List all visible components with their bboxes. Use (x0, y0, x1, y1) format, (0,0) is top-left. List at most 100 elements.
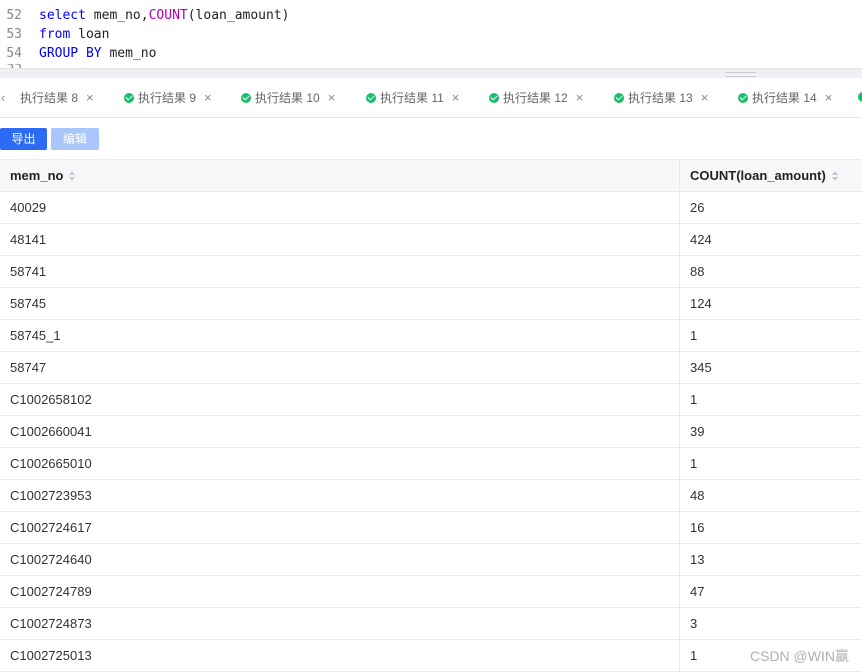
sort-icon[interactable] (831, 171, 839, 182)
cell-mem-no[interactable]: 40029 (10, 192, 46, 223)
code-token: mem_no (101, 46, 157, 61)
tab-result-14[interactable]: 执行结果 14 × (738, 78, 832, 117)
table-row[interactable]: C1002660041 39 (0, 416, 862, 448)
column-divider (679, 416, 680, 447)
column-header-count[interactable]: COUNT(loan_amount) (690, 160, 839, 191)
scroll-left-icon[interactable]: ‹ (1, 90, 5, 105)
table-row[interactable]: 58741 88 (0, 256, 862, 288)
code-line[interactable]: 52 select mem_no,COUNT(loan_amount) (0, 6, 289, 25)
cell-count[interactable]: 16 (690, 512, 704, 543)
cell-mem-no[interactable]: C1002723953 (10, 480, 92, 511)
cell-count[interactable]: 3 (690, 608, 697, 639)
code-token: mem_no, (85, 8, 149, 23)
close-icon[interactable]: × (452, 90, 460, 105)
cell-mem-no[interactable]: C1002724617 (10, 512, 92, 543)
cell-mem-no[interactable]: C1002724640 (10, 544, 92, 575)
cell-mem-no[interactable]: C1002725013 (10, 640, 92, 671)
cell-count[interactable]: 39 (690, 416, 704, 447)
line-number: 53 (6, 27, 22, 42)
column-divider (679, 448, 680, 479)
table-row[interactable]: C1002723953 48 (0, 480, 862, 512)
tab-label: 执行结果 13 (628, 91, 693, 105)
cell-mem-no[interactable]: C1002660041 (10, 416, 92, 447)
cell-count[interactable]: 1 (690, 384, 697, 415)
column-divider (679, 608, 680, 639)
sql-editor[interactable]: 52 select mem_no,COUNT(loan_amount) 53 from… (0, 0, 862, 68)
table-row[interactable]: C1002724640 13 (0, 544, 862, 576)
tab-label: 执行结果 14 (752, 91, 817, 105)
table-row[interactable]: C1002658102 1 (0, 384, 862, 416)
line-number: 52 (6, 8, 22, 23)
cell-count[interactable]: 424 (690, 224, 712, 255)
close-icon[interactable]: × (825, 90, 833, 105)
cell-mem-no[interactable]: 58747 (10, 352, 46, 383)
table-row[interactable]: 58745_1 1 (0, 320, 862, 352)
cell-mem-no[interactable]: 58745_1 (10, 320, 61, 351)
success-check-icon (241, 93, 251, 103)
tab-result-9[interactable]: 执行结果 9 × (124, 78, 212, 117)
cell-mem-no[interactable]: C1002665010 (10, 448, 92, 479)
cell-mem-no[interactable]: C1002724789 (10, 576, 92, 607)
tab-result-12[interactable]: 执行结果 12 × (489, 78, 583, 117)
code-token: (loan_amount) (187, 8, 290, 23)
result-tabs: ‹ 执行结果 8 × 执行结果 9 × 执行结果 10 × 执行结果 11 × 执行结果 12 ×… (0, 78, 862, 118)
success-check-icon (489, 93, 499, 103)
cell-count[interactable]: 1 (690, 640, 697, 671)
table-row[interactable]: C1002724789 47 (0, 576, 862, 608)
success-check-icon (738, 93, 748, 103)
cell-count[interactable]: 26 (690, 192, 704, 223)
tab-result-13[interactable]: 执行结果 13 × (614, 78, 708, 117)
edit-button[interactable]: 编辑 (51, 128, 99, 150)
tab-label: 执行结果 8 (20, 91, 79, 105)
pane-splitter[interactable] (0, 68, 862, 78)
sort-icon[interactable] (69, 171, 76, 182)
column-divider[interactable] (679, 160, 680, 191)
cell-count[interactable]: 48 (690, 480, 704, 511)
cell-count[interactable]: 88 (690, 256, 704, 287)
tab-result-11[interactable]: 执行结果 11 × (366, 78, 459, 117)
cell-count[interactable]: 124 (690, 288, 712, 319)
cell-mem-no[interactable]: 48141 (10, 224, 46, 255)
table-row[interactable]: C1002724873 3 (0, 608, 862, 640)
cell-mem-no[interactable]: C1002658102 (10, 384, 92, 415)
tab-result-10[interactable]: 执行结果 10 × (241, 78, 335, 117)
code-line[interactable]: 54 GROUP BY mem_no (0, 44, 156, 63)
column-header-mem-no[interactable]: mem_no (10, 160, 76, 191)
export-button[interactable]: 导出 (0, 128, 47, 150)
cell-count[interactable]: 1 (690, 320, 697, 351)
close-icon[interactable]: × (204, 90, 212, 105)
cell-count[interactable]: 345 (690, 352, 712, 383)
splitter-grip-icon[interactable] (726, 72, 756, 77)
code-line[interactable]: 53 from loan (0, 25, 109, 44)
column-label: COUNT(loan_amount) (690, 168, 826, 183)
table-row[interactable]: C1002665010 1 (0, 448, 862, 480)
table-row[interactable]: 48141 424 (0, 224, 862, 256)
cell-mem-no[interactable]: 58741 (10, 256, 46, 287)
column-divider (679, 544, 680, 575)
cell-mem-no[interactable]: 58745 (10, 288, 46, 319)
close-icon[interactable]: × (328, 90, 336, 105)
table-row[interactable]: 58745 124 (0, 288, 862, 320)
cell-count[interactable]: 1 (690, 448, 697, 479)
cell-count[interactable]: 47 (690, 576, 704, 607)
tab-label: 执行结果 9 (138, 91, 197, 105)
close-icon[interactable]: × (576, 90, 584, 105)
close-icon[interactable]: × (701, 90, 709, 105)
code-token: GROUP BY (39, 46, 102, 61)
tab-result-8[interactable]: 执行结果 8 × (20, 78, 94, 117)
code-token: select (39, 8, 86, 23)
table-row[interactable]: C1002725013 1 (0, 640, 862, 672)
table-row[interactable]: C1002724617 16 (0, 512, 862, 544)
tab-label: 执行结果 10 (255, 91, 320, 105)
column-divider (679, 384, 680, 415)
success-check-icon (614, 93, 624, 103)
close-icon[interactable]: × (86, 90, 94, 105)
cell-mem-no[interactable]: C1002724873 (10, 608, 92, 639)
cell-count[interactable]: 13 (690, 544, 704, 575)
tab-label: 执行结果 12 (503, 91, 568, 105)
table-row[interactable]: 40029 26 (0, 192, 862, 224)
column-divider (679, 320, 680, 351)
column-divider (679, 512, 680, 543)
table-row[interactable]: 58747 345 (0, 352, 862, 384)
table-header: mem_no COUNT(loan_amount) (0, 159, 862, 192)
